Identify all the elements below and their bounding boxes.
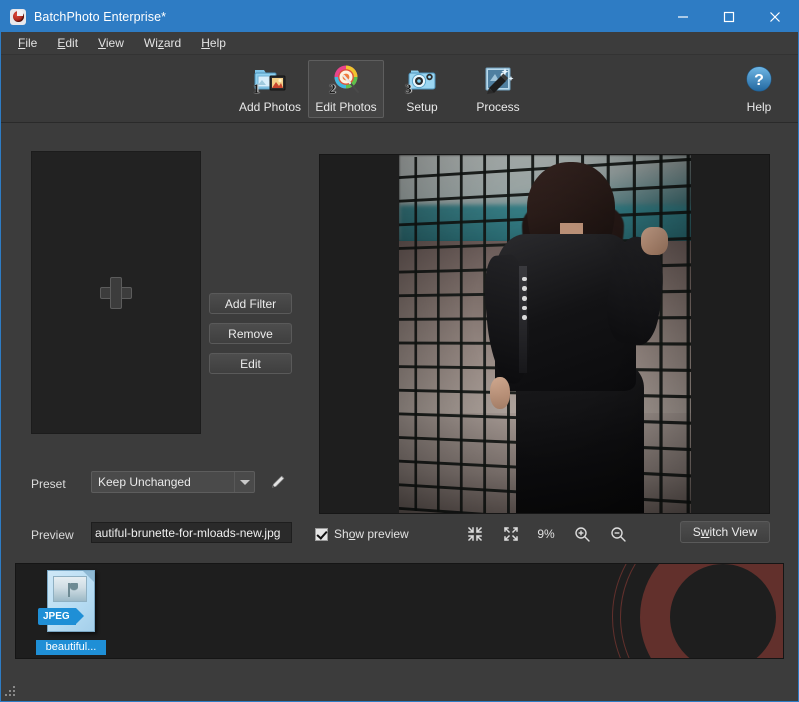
show-preview-checkbox-row[interactable]: Show preview bbox=[315, 527, 409, 541]
maximize-button[interactable] bbox=[706, 1, 752, 32]
toolbar: 1 Add Photos 2 Edit Photos 3 Setup Proce… bbox=[1, 55, 798, 123]
preview-filename-value: autiful-brunette-for-mloads-new.jpg bbox=[95, 525, 281, 540]
show-preview-label: Show preview bbox=[334, 527, 409, 541]
add-photos-icon: 1 bbox=[253, 64, 287, 96]
switch-view-button[interactable]: Switch View bbox=[680, 521, 770, 543]
toolbar-button-edit-photos[interactable]: 2 Edit Photos bbox=[308, 60, 384, 118]
minimize-button[interactable] bbox=[660, 1, 706, 32]
zoom-out-icon[interactable] bbox=[608, 524, 628, 544]
close-button[interactable] bbox=[752, 1, 798, 32]
menu-edit-rest: dit bbox=[65, 36, 79, 50]
preview-label: Preview bbox=[31, 528, 74, 542]
thumbnail-caption: beautiful... bbox=[36, 640, 106, 655]
fit-in-icon[interactable] bbox=[465, 524, 485, 544]
menu-item-edit[interactable]: Edit bbox=[48, 33, 87, 53]
fit-out-icon[interactable] bbox=[501, 524, 521, 544]
preview-panel[interactable] bbox=[319, 154, 770, 514]
application-window: BatchPhoto Enterprise* File Edit View Wi… bbox=[0, 0, 799, 702]
filmstrip[interactable]: JPEG beautiful... bbox=[15, 563, 784, 659]
toolbar-button-add-photos[interactable]: 1 Add Photos bbox=[232, 60, 308, 118]
edit-photos-icon: 2 bbox=[329, 64, 363, 96]
pencil-icon[interactable] bbox=[269, 473, 287, 491]
preview-photo bbox=[399, 155, 691, 513]
add-filter-button[interactable]: Add Filter bbox=[209, 293, 292, 314]
zoom-level-value: 9% bbox=[537, 527, 555, 541]
step-number-2: 2 bbox=[329, 81, 336, 96]
add-filter-label: Add Filter bbox=[224, 296, 277, 311]
resize-grip-icon[interactable] bbox=[5, 684, 19, 698]
filter-list[interactable] bbox=[31, 151, 201, 434]
menu-bar: File Edit View Wizard Help bbox=[1, 32, 798, 55]
menu-item-file[interactable]: File bbox=[9, 33, 46, 53]
status-bar bbox=[1, 661, 798, 701]
process-icon bbox=[481, 64, 515, 96]
chevron-down-icon[interactable] bbox=[234, 472, 254, 492]
toolbar-button-process[interactable]: Process bbox=[460, 60, 536, 118]
svg-text:?: ? bbox=[754, 72, 764, 89]
edit-filter-label: Edit bbox=[240, 356, 261, 371]
switch-view-label: Switch View bbox=[692, 525, 758, 539]
main-content: Add Filter Remove Edit Preset Keep Uncha… bbox=[1, 123, 798, 557]
brand-rings-watermark bbox=[612, 564, 783, 658]
preset-label: Preset bbox=[31, 477, 66, 491]
preset-dropdown[interactable]: Keep Unchanged bbox=[91, 471, 255, 493]
menu-file-rest: ile bbox=[25, 36, 38, 50]
show-preview-checkbox[interactable] bbox=[315, 527, 328, 541]
zoom-in-icon[interactable] bbox=[572, 524, 592, 544]
window-controls bbox=[660, 1, 798, 32]
help-icon: ? bbox=[742, 64, 776, 96]
list-item[interactable]: JPEG beautiful... bbox=[36, 570, 106, 655]
toolbar-button-help[interactable]: ? Help bbox=[721, 60, 797, 118]
toolbar-label-edit-photos: Edit Photos bbox=[315, 100, 377, 114]
remove-filter-button[interactable]: Remove bbox=[209, 323, 292, 344]
toolbar-label-help: Help bbox=[746, 100, 772, 114]
app-logo-icon bbox=[10, 8, 26, 25]
menu-item-help[interactable]: Help bbox=[192, 33, 235, 53]
toolbar-label-setup: Setup bbox=[406, 100, 438, 114]
window-title: BatchPhoto Enterprise* bbox=[34, 9, 167, 24]
remove-filter-label: Remove bbox=[228, 326, 273, 341]
menu-view-rest: iew bbox=[105, 36, 124, 50]
step-number-1: 1 bbox=[253, 81, 260, 96]
menu-item-wizard[interactable]: Wizard bbox=[135, 33, 190, 53]
edit-filter-button[interactable]: Edit bbox=[209, 353, 292, 374]
menu-item-view[interactable]: View bbox=[89, 33, 133, 53]
preset-selected-value: Keep Unchanged bbox=[98, 475, 191, 489]
preview-filename-field[interactable]: autiful-brunette-for-mloads-new.jpg bbox=[91, 522, 292, 543]
menu-help-rest: elp bbox=[209, 36, 226, 50]
file-type-badge: JPEG bbox=[38, 608, 84, 625]
toolbar-button-setup[interactable]: 3 Setup bbox=[384, 60, 460, 118]
title-bar: BatchPhoto Enterprise* bbox=[1, 1, 798, 32]
add-plus-icon bbox=[100, 276, 132, 309]
setup-icon: 3 bbox=[405, 64, 439, 96]
toolbar-label-process: Process bbox=[476, 100, 520, 114]
step-number-3: 3 bbox=[405, 81, 412, 96]
toolbar-label-add-photos: Add Photos bbox=[238, 100, 302, 114]
